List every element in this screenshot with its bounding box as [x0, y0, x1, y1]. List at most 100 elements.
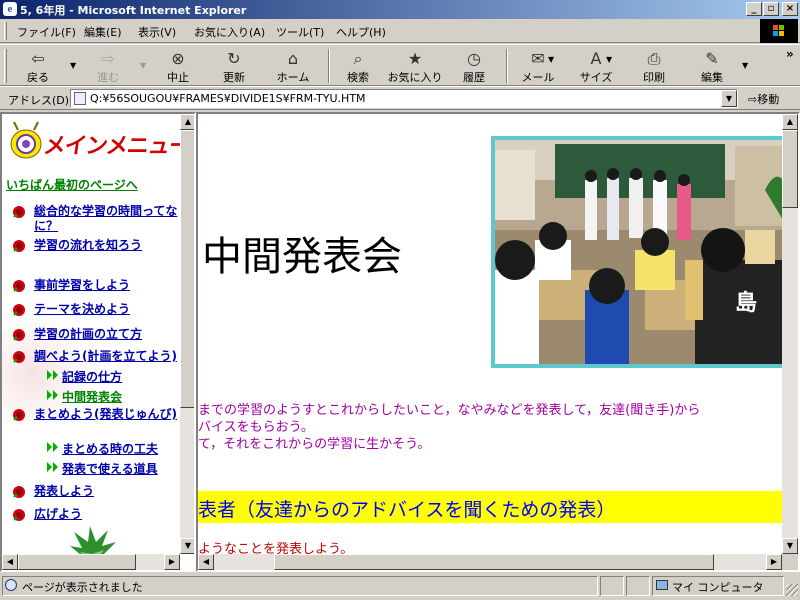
home-icon: ⌂	[287, 49, 299, 68]
submenu-item-summary-tips[interactable]: まとめる時の工夫	[46, 440, 158, 457]
mail-dropdown-icon[interactable]: ▼	[548, 55, 554, 64]
content-vertical-scrollbar[interactable]: ▲ ▼	[782, 114, 798, 554]
scroll-thumb[interactable]	[782, 130, 798, 208]
browser-window: e 5, 6年用 - Microsoft Internet Explorer _…	[0, 0, 800, 600]
menu-item-summarize[interactable]: まとめよう(発表じゅんび)	[12, 407, 184, 422]
scroll-right-button[interactable]: ▶	[164, 554, 180, 570]
menu-file[interactable]: ファイル(F)	[17, 24, 76, 40]
scroll-thumb[interactable]	[18, 554, 136, 570]
favorites-folder-icon: ★	[407, 49, 423, 68]
rose-icon	[13, 206, 25, 218]
intro-line: て，それをこれからの学習に生かそう。	[198, 437, 431, 452]
forward-dropdown-icon[interactable]: ▼	[140, 61, 146, 70]
menu-item-research[interactable]: 調べよう(計画を立てよう)	[12, 349, 184, 364]
toolbar-overflow-button[interactable]: »	[786, 47, 794, 61]
size-button[interactable]: A サイズ	[574, 47, 618, 85]
title-bar[interactable]: e 5, 6年用 - Microsoft Internet Explorer _…	[0, 0, 800, 19]
rose-icon	[13, 486, 25, 498]
ie-page-icon	[5, 579, 17, 591]
forward-arrow-icon: ⇨	[101, 49, 115, 68]
content-horizontal-scrollbar[interactable]: ◀ ▶	[198, 554, 782, 570]
scroll-thumb[interactable]	[180, 130, 194, 408]
refresh-icon: ↻	[227, 49, 241, 68]
presenter-banner: 表者（友達からのアドバイスを聞くための発表）	[198, 491, 786, 523]
menu-item-label: 学習の計画の立て方	[34, 327, 143, 341]
menu-item-label: まとめよう(発表じゅんび)	[34, 407, 177, 421]
resize-grip[interactable]	[786, 584, 798, 596]
mail-button[interactable]: ✉ メール	[516, 47, 560, 85]
menu-item-label: 広げよう	[34, 507, 83, 521]
rose-icon	[13, 329, 25, 341]
menu-view[interactable]: 表示(V)	[138, 24, 176, 40]
submenu-item-presentation-tools[interactable]: 発表で使える道具	[46, 460, 158, 477]
forward-button[interactable]: ⇨ 進む	[86, 47, 130, 85]
address-url[interactable]: Q:¥56SOUGOU¥FRAMES¥DIVIDE1S¥FRM-TYU.HTM	[90, 92, 366, 105]
close-button[interactable]: ×	[782, 2, 798, 16]
menu-item-label: 事前学習をしよう	[34, 278, 131, 292]
classroom-photo-image: 島	[495, 140, 783, 364]
history-icon: ◷	[467, 49, 481, 68]
menu-item-what-is[interactable]: 総合的な学習の時間ってなに？	[12, 204, 184, 234]
scroll-up-button[interactable]: ▲	[782, 114, 798, 130]
address-dropdown-button[interactable]: ▼	[721, 90, 737, 107]
home-button[interactable]: ⌂ ホーム	[268, 47, 318, 85]
back-arrow-icon: ⇦	[31, 49, 45, 68]
stop-button[interactable]: ⊗ 中止	[156, 47, 200, 85]
rose-icon	[13, 409, 25, 421]
left-vertical-scrollbar[interactable]: ▲ ▼	[180, 114, 194, 554]
menu-item-label: 発表しよう	[34, 484, 95, 498]
left-horizontal-scrollbar[interactable]: ◀ ▶	[2, 554, 180, 570]
menu-item-plan[interactable]: 学習の計画の立て方	[12, 327, 184, 342]
toolbar-separator	[506, 49, 508, 83]
submenu-item-record[interactable]: 記録の仕方	[46, 368, 122, 385]
back-dropdown-icon[interactable]: ▼	[70, 61, 76, 70]
scroll-down-button[interactable]: ▼	[782, 538, 798, 554]
submenu-item-interim-presentation[interactable]: 中間発表会	[46, 388, 122, 405]
go-button[interactable]: ⇨移動	[748, 91, 779, 107]
status-panel	[600, 576, 624, 596]
content-frame: 島 中間発表会 までの学習のようすとこれからしたいこと，なやみなどを発表して，友…	[196, 112, 800, 572]
favorites-button[interactable]: ★ お気に入り	[386, 47, 444, 85]
scroll-down-button[interactable]: ▼	[180, 538, 194, 554]
scroll-left-button[interactable]: ◀	[198, 554, 214, 570]
home-page-link[interactable]: いちばん最初のページへ	[6, 176, 138, 193]
minimize-button[interactable]: _	[746, 2, 762, 16]
maximize-button[interactable]: ▫	[763, 2, 779, 16]
menu-item-flow[interactable]: 学習の流れを知ろう	[12, 238, 184, 253]
menu-item-present[interactable]: 発表しよう	[12, 484, 184, 499]
menu-title: メインメニュー	[41, 134, 192, 159]
menu-grip[interactable]	[4, 22, 7, 40]
my-computer-icon	[656, 580, 668, 590]
print-button[interactable]: ⎙ 印刷	[632, 47, 676, 85]
rose-icon	[13, 509, 25, 521]
edit-dropdown-icon[interactable]: ▼	[742, 61, 748, 70]
menu-tools[interactable]: ツール(T)	[276, 24, 324, 40]
edit-button[interactable]: ✎ 編集	[690, 47, 734, 85]
double-arrow-icon	[47, 442, 58, 452]
search-button[interactable]: ⌕ 検索	[338, 47, 378, 85]
scroll-up-button[interactable]: ▲	[180, 114, 194, 130]
page-heading: 中間発表会	[202, 234, 402, 280]
menu-item-expand[interactable]: 広げよう	[12, 507, 184, 522]
size-dropdown-icon[interactable]: ▼	[606, 55, 612, 64]
scroll-left-button[interactable]: ◀	[2, 554, 18, 570]
page-icon	[74, 92, 86, 105]
history-button[interactable]: ◷ 履歴	[452, 47, 496, 85]
menu-help[interactable]: ヘルプ(H)	[336, 24, 386, 40]
ie-icon[interactable]: e	[3, 2, 17, 16]
rose-icon	[13, 304, 25, 316]
stop-icon: ⊗	[171, 49, 185, 68]
menu-edit[interactable]: 編集(E)	[84, 24, 122, 40]
scroll-thumb[interactable]	[274, 554, 714, 570]
back-button[interactable]: ⇦ 戻る	[16, 47, 60, 85]
menu-favorites[interactable]: お気に入り(A)	[194, 24, 265, 40]
menu-item-pre-study[interactable]: 事前学習をしよう	[12, 278, 184, 293]
menu-bar: ファイル(F) 編集(E) 表示(V) お気に入り(A) ツール(T) ヘルプ(…	[0, 19, 800, 43]
scroll-right-button[interactable]: ▶	[766, 554, 782, 570]
scrollbar-corner	[782, 554, 798, 570]
menu-item-theme[interactable]: テーマを決めよう	[12, 302, 184, 317]
address-input[interactable]: Q:¥56SOUGOU¥FRAMES¥DIVIDE1S¥FRM-TYU.HTM …	[70, 89, 738, 108]
window-title: 5, 6年用 - Microsoft Internet Explorer	[20, 4, 247, 17]
refresh-button[interactable]: ↻ 更新	[212, 47, 256, 85]
toolbar-grip[interactable]	[4, 49, 7, 83]
